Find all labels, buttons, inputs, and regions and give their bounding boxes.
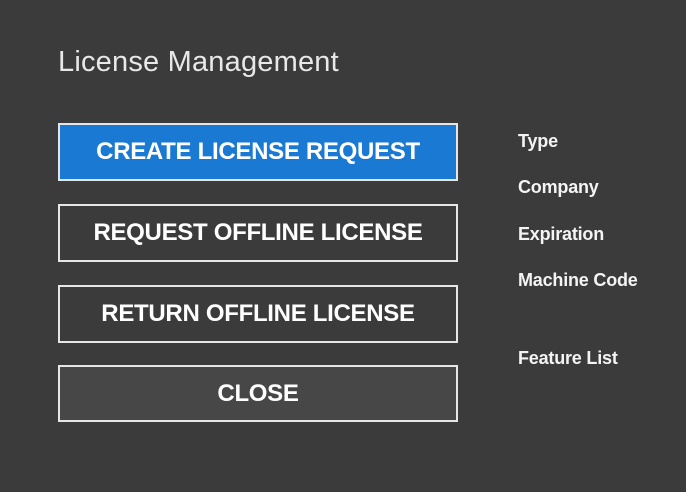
license-company-label: Company	[518, 177, 599, 197]
machine-code-label: Machine Code	[518, 270, 638, 290]
dialog-title: License Management	[58, 46, 339, 78]
return-offline-license-button[interactable]: RETURN OFFLINE LICENSE	[58, 285, 458, 343]
license-management-dialog: { "dialog": { "title": "License Manageme…	[0, 0, 686, 492]
feature-list-label: Feature List	[518, 348, 618, 368]
license-expiration-label: Expiration	[518, 224, 605, 244]
create-license-request-button[interactable]: CREATE LICENSE REQUEST	[58, 123, 458, 181]
request-offline-license-button[interactable]: REQUEST OFFLINE LICENSE	[58, 204, 458, 262]
license-type-label: Type	[518, 131, 558, 151]
close-button[interactable]: CLOSE	[58, 365, 458, 422]
